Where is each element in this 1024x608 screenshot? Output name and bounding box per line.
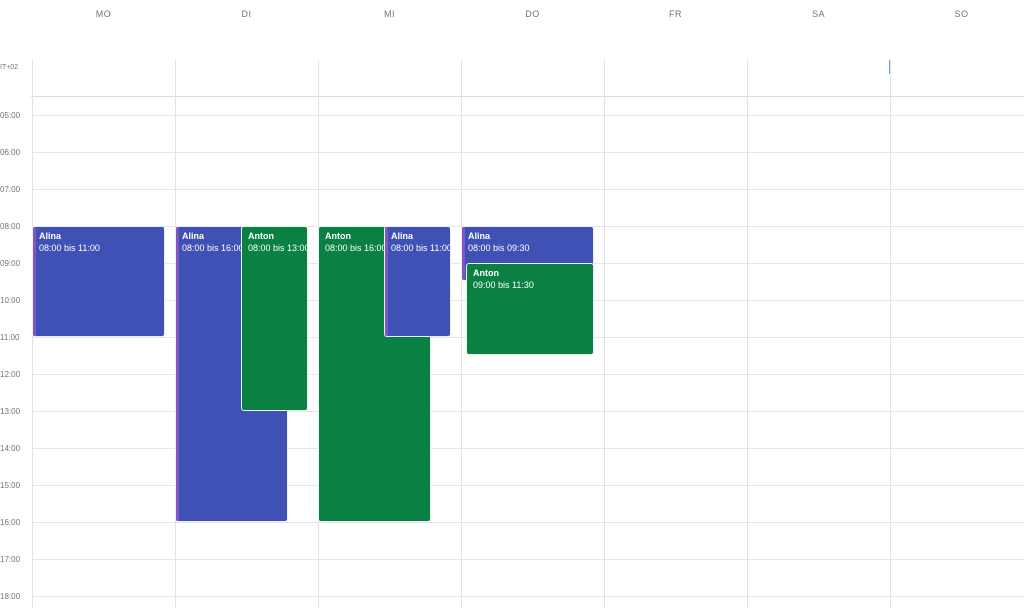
- hour-label: 09:00: [0, 259, 21, 268]
- event-time: 08:00 bis 11:00: [391, 243, 451, 253]
- day-header-mo[interactable]: MO: [32, 9, 175, 19]
- hour-label: 10:00: [0, 296, 21, 305]
- day-header-sa[interactable]: SA: [747, 9, 890, 19]
- day-header-mi[interactable]: MI: [318, 9, 461, 19]
- event-do-anton[interactable]: Anton 09:00 bis 11:30: [466, 263, 594, 355]
- hour-label: 14:00: [0, 444, 21, 453]
- week-header: MO DI MI DO FR SA SO: [0, 0, 1024, 60]
- day-header-di[interactable]: DI: [175, 9, 318, 19]
- day-divider: [461, 60, 462, 608]
- event-title: Alina: [468, 231, 491, 241]
- day-divider: [604, 60, 605, 608]
- all-day-row[interactable]: [0, 60, 1024, 97]
- hour-line: [31, 189, 1024, 190]
- hour-label: 11:00: [0, 333, 20, 342]
- hour-line: [31, 152, 1024, 153]
- event-color-stripe: [385, 227, 388, 336]
- hour-label: 07:00: [0, 185, 21, 194]
- event-title: Anton: [473, 268, 499, 278]
- event-time: 09:00 bis 11:30: [473, 280, 534, 290]
- hour-label: 16:00: [0, 518, 21, 527]
- event-color-stripe: [176, 227, 179, 521]
- day-header-do[interactable]: DO: [461, 9, 604, 19]
- event-title: Alina: [391, 231, 414, 241]
- hour-label: 13:00: [0, 407, 21, 416]
- hour-label: 18:00: [0, 592, 21, 601]
- event-title: Anton: [248, 231, 274, 241]
- hour-line: [31, 115, 1024, 116]
- event-di-anton[interactable]: Anton 08:00 bis 13:00: [241, 226, 308, 411]
- event-mi-alina[interactable]: Alina 08:00 bis 11:00: [384, 226, 451, 337]
- hour-line: [31, 559, 1024, 560]
- hour-label: 06:00: [0, 148, 21, 157]
- hour-label: 05:00: [0, 111, 21, 120]
- hour-line: [31, 596, 1024, 597]
- timezone-label: IT+02: [0, 64, 19, 71]
- event-mo-alina[interactable]: Alina 08:00 bis 11:00: [32, 226, 165, 337]
- event-color-stripe: [462, 227, 465, 280]
- hour-label: 08:00: [0, 222, 21, 231]
- day-divider: [890, 60, 891, 608]
- all-day-divider: [31, 96, 1024, 97]
- event-time: 08:00 bis 09:30: [468, 243, 530, 253]
- day-header-so[interactable]: SO: [890, 9, 1024, 19]
- hour-line: [31, 522, 1024, 523]
- day-header-fr[interactable]: FR: [604, 9, 747, 19]
- event-time: 08:00 bis 13:00: [248, 243, 308, 253]
- hour-label: 15:00: [0, 481, 21, 490]
- hour-label: 12:00: [0, 370, 21, 379]
- event-title: Alina: [39, 231, 62, 241]
- day-divider: [747, 60, 748, 608]
- hour-label: 17:00: [0, 555, 21, 564]
- event-color-stripe: [33, 227, 36, 336]
- event-time: 08:00 bis 11:00: [39, 243, 100, 253]
